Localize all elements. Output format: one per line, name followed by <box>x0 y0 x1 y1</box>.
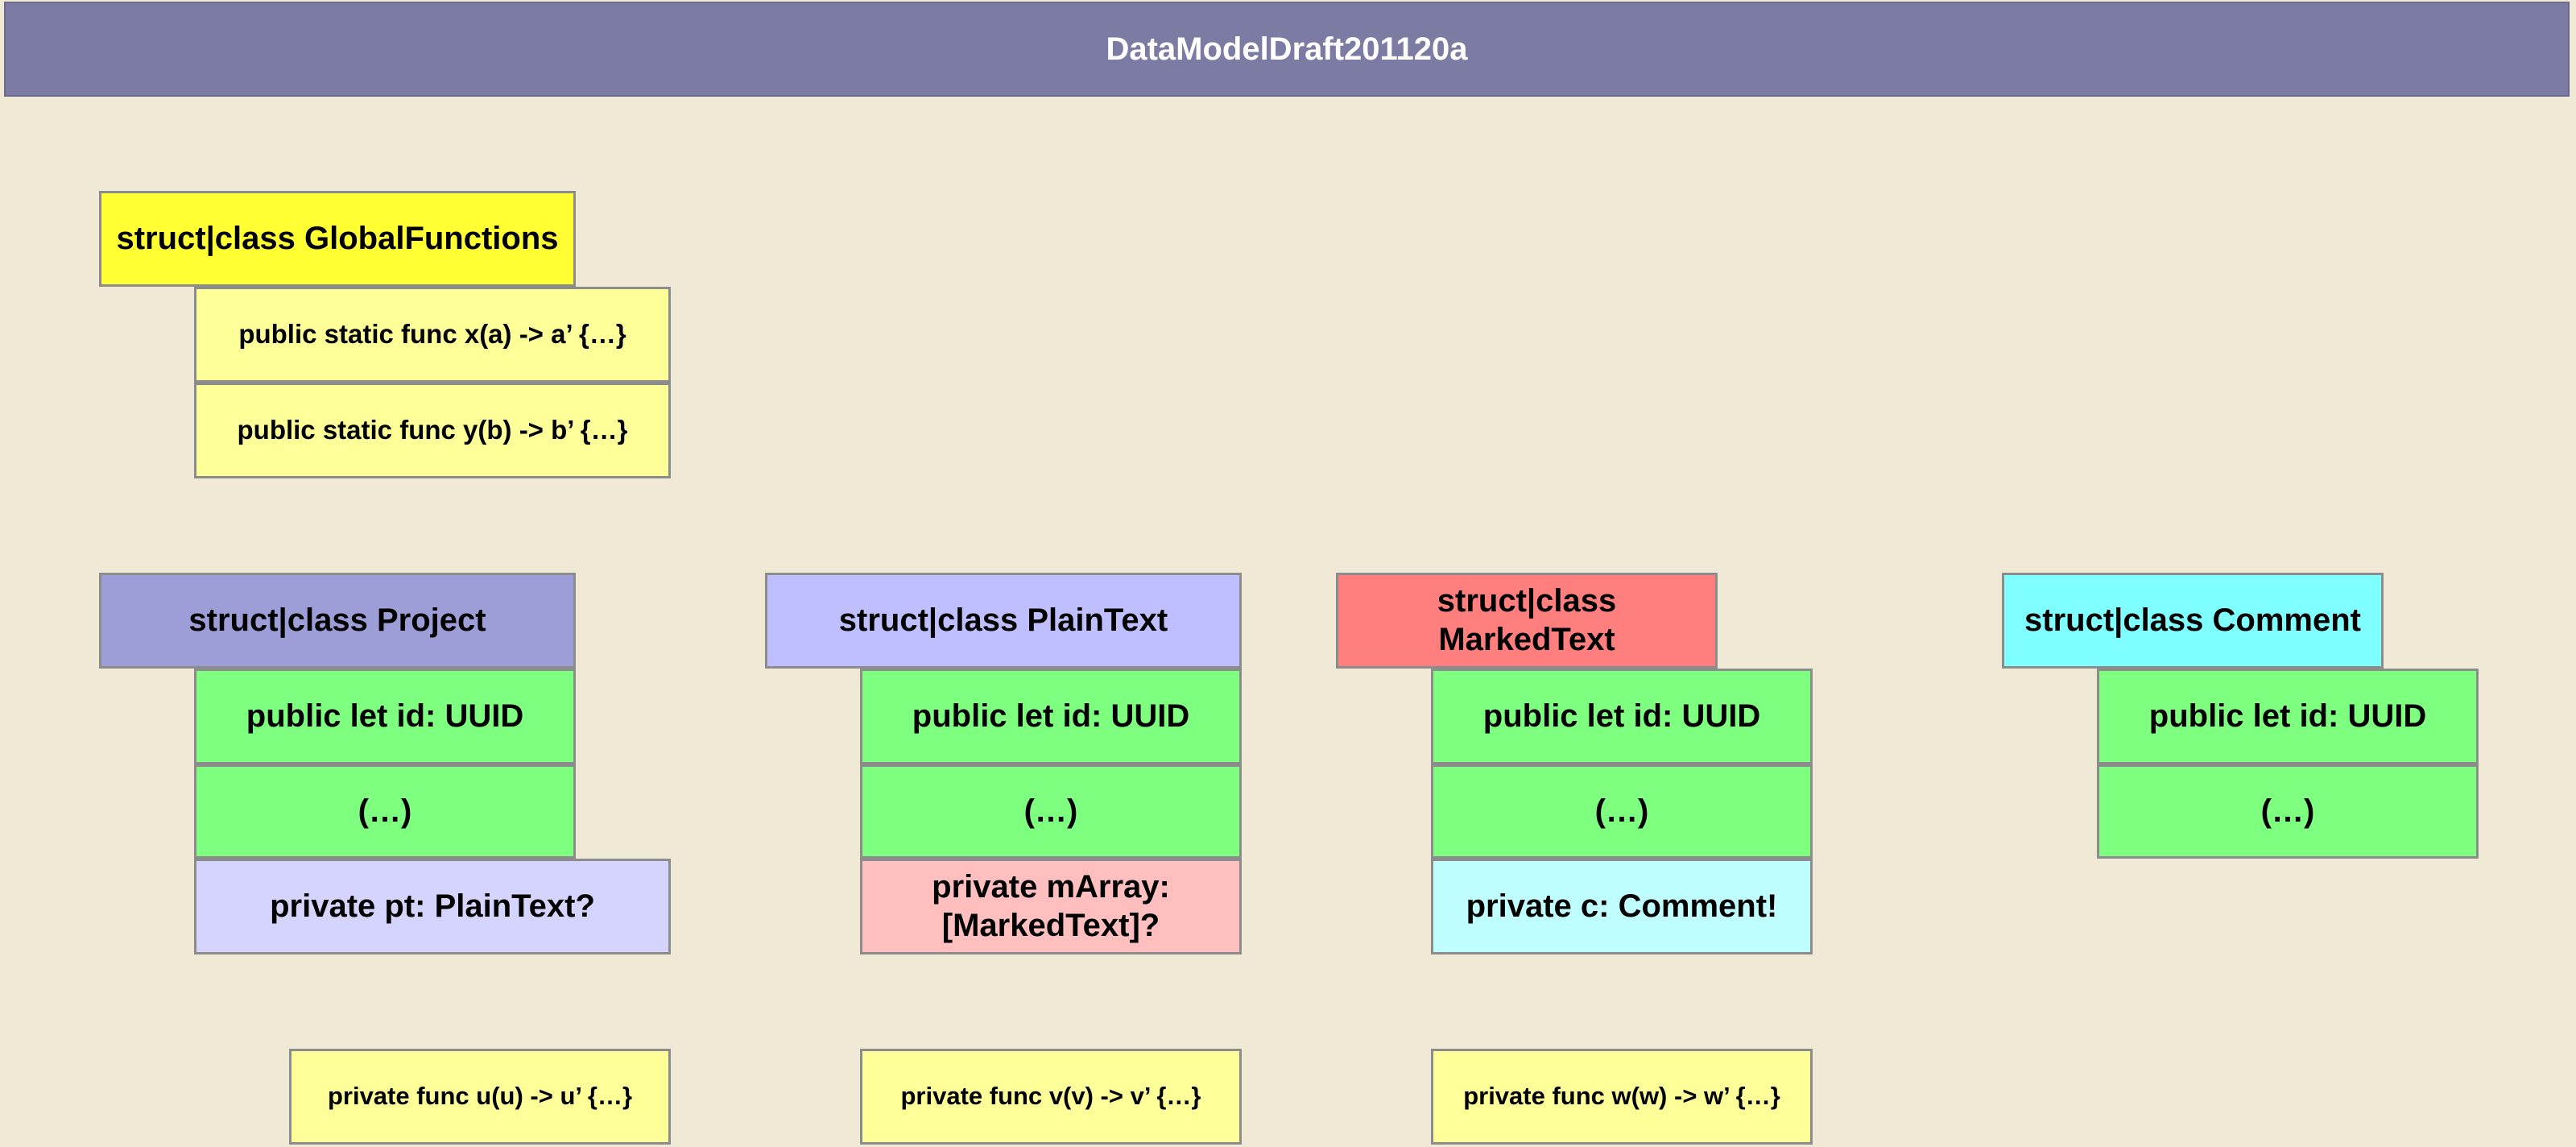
project-etc-member[interactable]: (…) <box>194 764 576 859</box>
plaintext-func-v[interactable]: private func v(v) -> v’ {…} <box>860 1049 1242 1145</box>
project-pt-member[interactable]: private pt: PlainText? <box>194 859 671 954</box>
global-func-y[interactable]: public static func y(b) -> b’ {…} <box>194 383 671 478</box>
comment-id-member[interactable]: public let id: UUID <box>2097 669 2479 764</box>
project-func-u[interactable]: private func u(u) -> u’ {…} <box>289 1049 671 1145</box>
project-id-member[interactable]: public let id: UUID <box>194 669 576 764</box>
comment-etc-member[interactable]: (…) <box>2097 764 2479 859</box>
plaintext-marray-member[interactable]: private mArray: [MarkedText]? <box>860 859 1242 954</box>
markedtext-c-member[interactable]: private c: Comment! <box>1431 859 1813 954</box>
markedtext-etc-member[interactable]: (…) <box>1431 764 1813 859</box>
globalfunctions-header[interactable]: struct|class GlobalFunctions <box>99 191 576 287</box>
markedtext-id-member[interactable]: public let id: UUID <box>1431 669 1813 764</box>
markedtext-func-w[interactable]: private func w(w) -> w’ {…} <box>1431 1049 1813 1145</box>
comment-header[interactable]: struct|class Comment <box>2002 573 2384 669</box>
plaintext-etc-member[interactable]: (…) <box>860 764 1242 859</box>
plaintext-header[interactable]: struct|class PlainText <box>765 573 1242 669</box>
markedtext-header[interactable]: struct|class MarkedText <box>1336 573 1718 669</box>
global-func-x[interactable]: public static func x(a) -> a’ {…} <box>194 287 671 383</box>
project-header[interactable]: struct|class Project <box>99 573 576 669</box>
diagram-title: DataModelDraft201120a <box>4 2 2570 97</box>
plaintext-id-member[interactable]: public let id: UUID <box>860 669 1242 764</box>
